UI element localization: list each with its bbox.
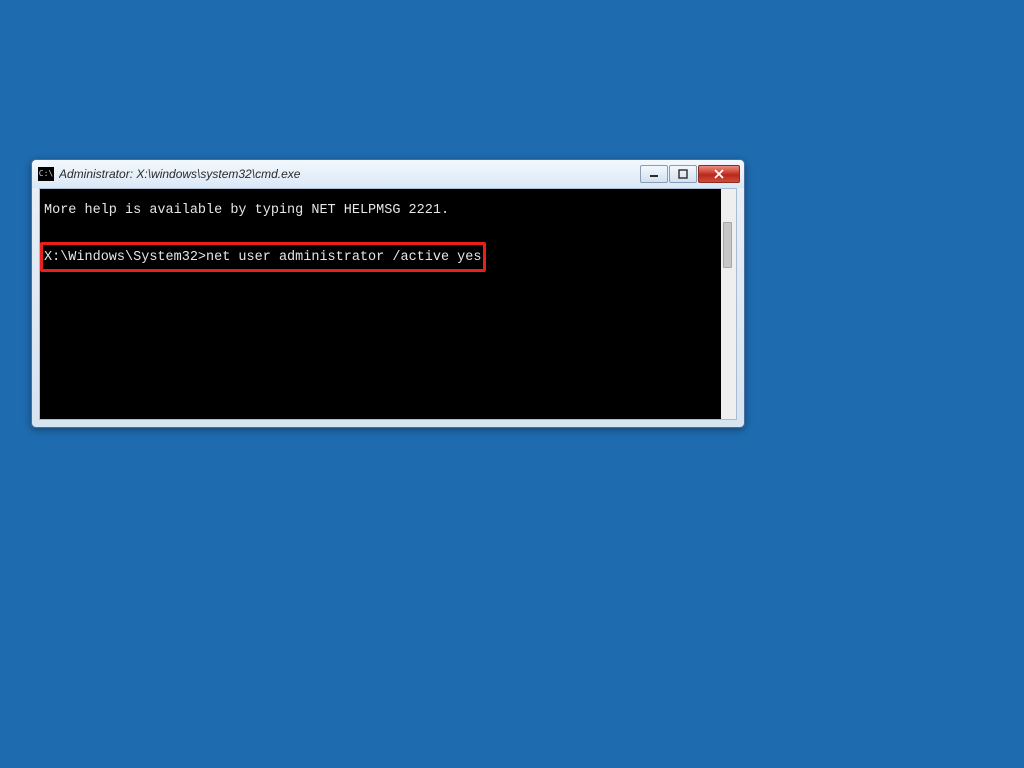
close-button[interactable] xyxy=(698,165,740,183)
cmd-icon-label: C:\ xyxy=(39,170,53,178)
terminal-prompt: X:\Windows\System32> xyxy=(44,250,206,265)
cmd-window: C:\ Administrator: X:\windows\system32\c… xyxy=(31,159,745,428)
scrollbar-thumb[interactable] xyxy=(723,222,732,268)
titlebar[interactable]: C:\ Administrator: X:\windows\system32\c… xyxy=(32,160,744,188)
client-area: More help is available by typing NET HEL… xyxy=(39,188,737,420)
vertical-scrollbar[interactable] xyxy=(721,189,736,419)
terminal-blank-line xyxy=(44,223,717,247)
terminal-output-line: More help is available by typing NET HEL… xyxy=(44,199,717,223)
minimize-icon xyxy=(649,169,659,179)
terminal[interactable]: More help is available by typing NET HEL… xyxy=(40,189,721,419)
cmd-icon: C:\ xyxy=(38,167,54,181)
maximize-icon xyxy=(678,169,688,179)
minimize-button[interactable] xyxy=(640,165,668,183)
window-title: Administrator: X:\windows\system32\cmd.e… xyxy=(59,167,640,181)
maximize-button[interactable] xyxy=(669,165,697,183)
terminal-command: net user administrator /active yes xyxy=(206,250,481,265)
window-controls xyxy=(640,165,740,183)
terminal-prompt-line: X:\Windows\System32>net user administrat… xyxy=(44,246,717,270)
close-icon xyxy=(713,169,725,179)
